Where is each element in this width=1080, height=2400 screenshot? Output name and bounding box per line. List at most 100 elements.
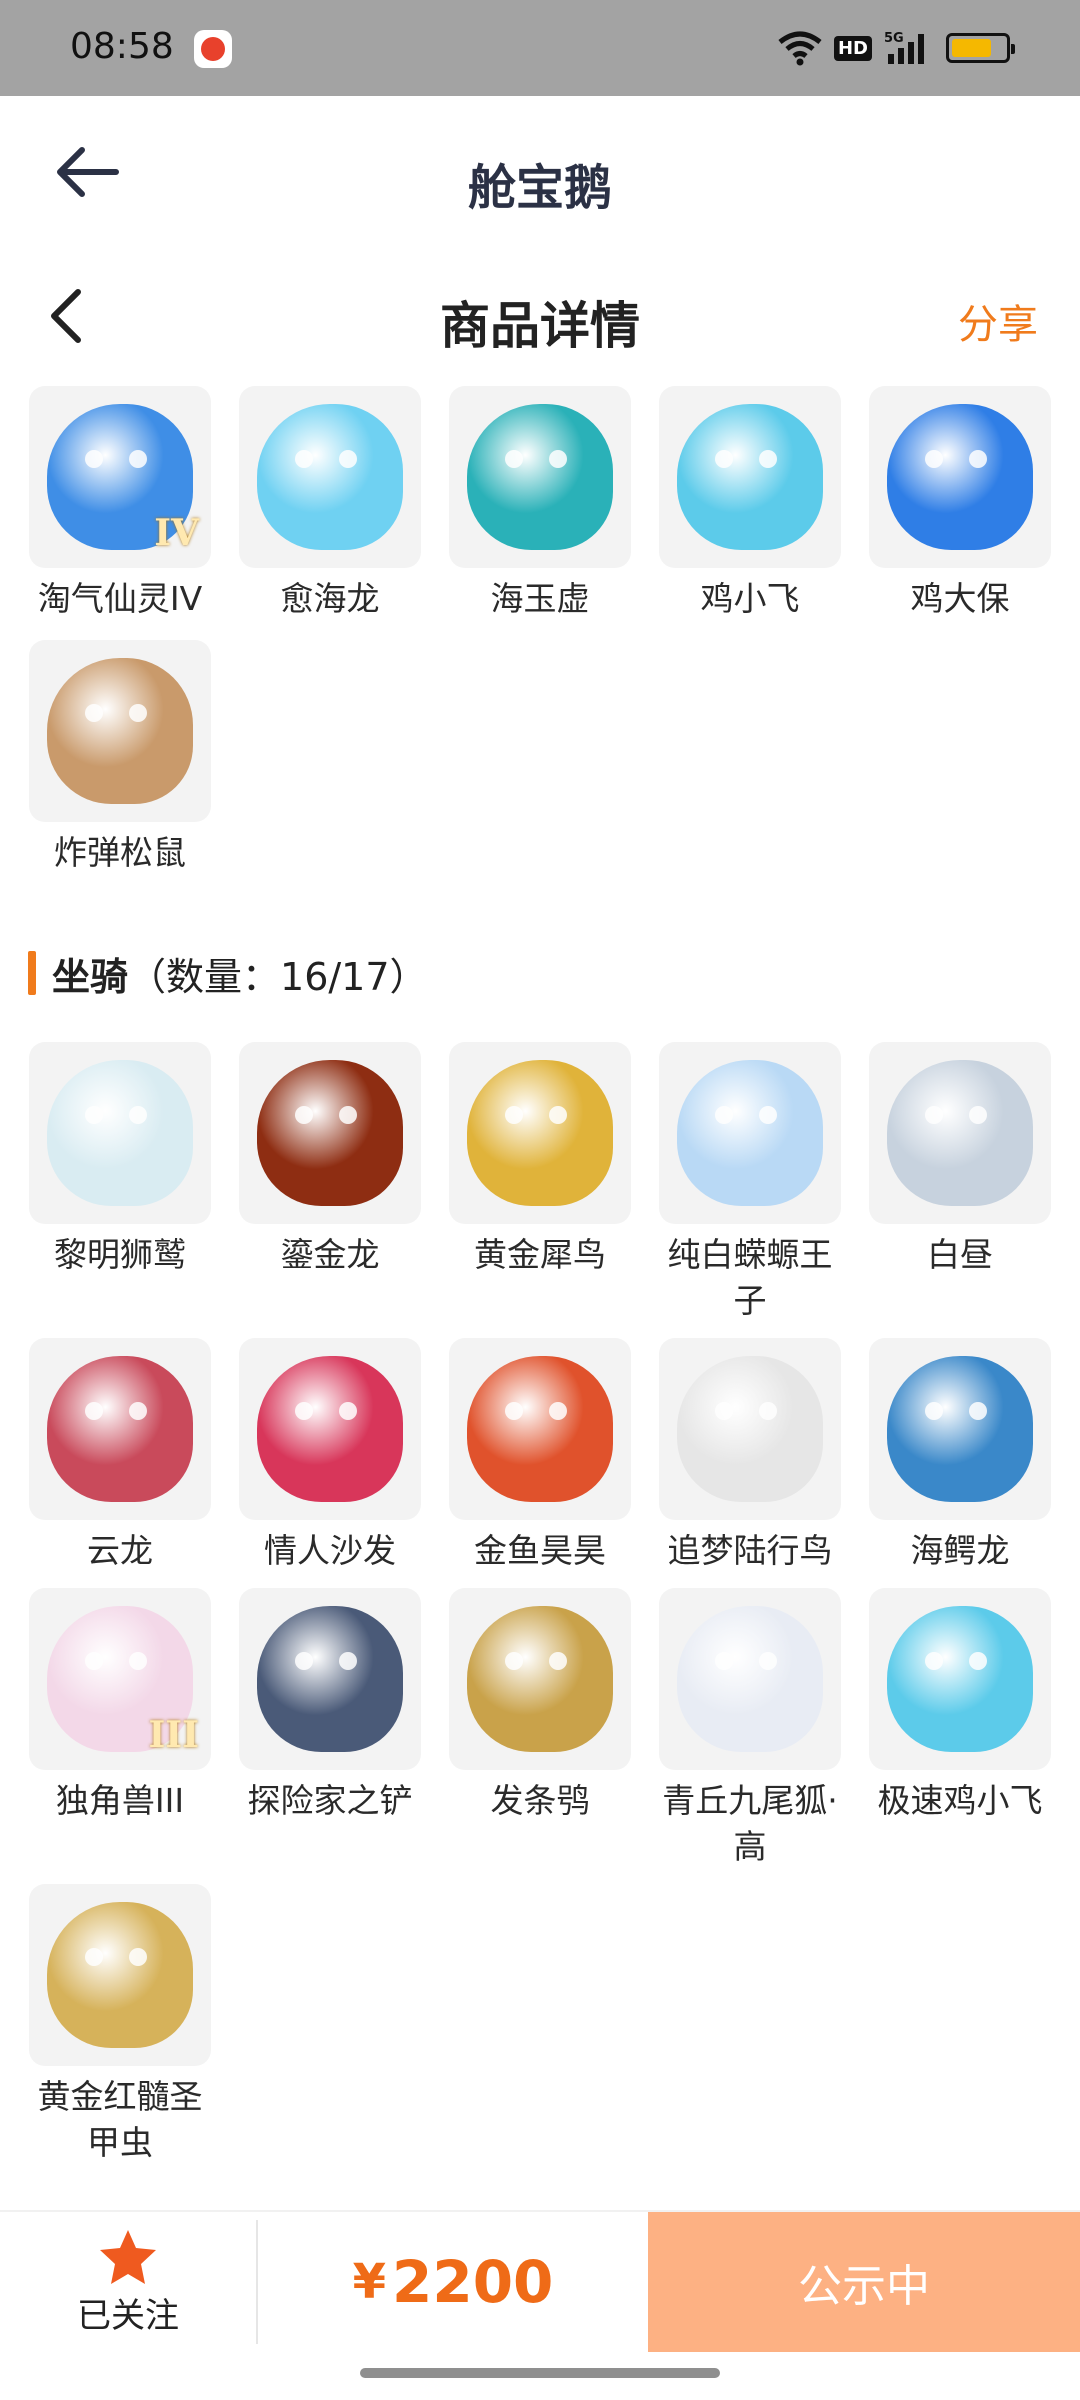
mount-name: 海鳄龙 bbox=[910, 1531, 1010, 1570]
mount-item[interactable]: 情人沙发 bbox=[239, 1338, 421, 1574]
mount-name: 黎明狮鹫 bbox=[54, 1235, 186, 1274]
mount-item[interactable]: 青丘九尾狐·高 bbox=[659, 1588, 841, 1870]
mount-item[interactable]: III 独角兽III bbox=[29, 1588, 211, 1870]
mount-image bbox=[677, 1060, 823, 1206]
mount-name: 白昼 bbox=[927, 1235, 993, 1274]
mount-thumbnail bbox=[29, 1884, 211, 2066]
mount-image bbox=[887, 1606, 1033, 1752]
mount-item[interactable]: 金鱼昊昊 bbox=[449, 1338, 631, 1574]
follow-button[interactable]: 已关注 bbox=[0, 2212, 256, 2352]
mount-image bbox=[887, 1356, 1033, 1502]
mount-thumbnail bbox=[869, 1588, 1051, 1770]
mount-item[interactable]: 黎明狮鹫 bbox=[29, 1042, 211, 1324]
pet-thumbnail bbox=[659, 386, 841, 568]
mount-item[interactable]: 发条鸮 bbox=[449, 1588, 631, 1870]
star-icon bbox=[100, 2229, 156, 2284]
mount-thumbnail bbox=[449, 1338, 631, 1520]
mount-thumbnail bbox=[29, 1042, 211, 1224]
mount-name: 黄金犀鸟 bbox=[474, 1235, 606, 1274]
pet-name: 鸡小飞 bbox=[700, 579, 800, 618]
mount-name: 发条鸮 bbox=[490, 1781, 590, 1820]
mount-image bbox=[257, 1060, 403, 1206]
pet-item[interactable]: IV 淘气仙灵IV bbox=[29, 386, 211, 622]
page-header: 商品详情 分享 bbox=[0, 256, 1080, 376]
bottom-action-bar: 已关注 ¥ 2200 公示中 bbox=[0, 2210, 1080, 2352]
mount-item[interactable]: 海鳄龙 bbox=[869, 1338, 1051, 1574]
mount-thumbnail bbox=[659, 1042, 841, 1224]
mount-name: 纯白蝾螈王子 bbox=[667, 1235, 833, 1320]
pet-name: 愈海龙 bbox=[280, 579, 380, 618]
mount-image bbox=[677, 1356, 823, 1502]
battery-icon bbox=[946, 33, 1015, 63]
wifi-icon bbox=[778, 31, 822, 66]
mount-item[interactable]: 黄金犀鸟 bbox=[449, 1042, 631, 1324]
section-accent-bar bbox=[28, 951, 36, 995]
status-action-button[interactable]: 公示中 bbox=[648, 2212, 1080, 2352]
pet-image bbox=[887, 404, 1033, 550]
mount-item[interactable]: 极速鸡小飞 bbox=[869, 1588, 1051, 1870]
page-title: 商品详情 bbox=[440, 297, 640, 355]
mount-thumbnail bbox=[659, 1588, 841, 1770]
status-bar: 08:58 HD 5G bbox=[0, 0, 1080, 96]
follow-label: 已关注 bbox=[77, 2295, 179, 2336]
mount-item[interactable]: 探险家之铲 bbox=[239, 1588, 421, 1870]
mount-image bbox=[677, 1606, 823, 1752]
pet-thumbnail: IV bbox=[29, 386, 211, 568]
signal-icon: 5G bbox=[884, 31, 924, 64]
pet-name: 炸弹松鼠 bbox=[54, 833, 186, 872]
pet-item[interactable]: 海玉虚 bbox=[449, 386, 631, 622]
mount-item[interactable]: 白昼 bbox=[869, 1042, 1051, 1324]
pet-name: 海玉虚 bbox=[490, 579, 590, 618]
pet-image bbox=[257, 404, 403, 550]
pet-item[interactable]: 炸弹松鼠 bbox=[29, 640, 211, 876]
mount-image bbox=[467, 1606, 613, 1752]
mounts-grid: 黎明狮鹫 鎏金龙 黄金犀鸟 纯白蝾螈王子 白昼云龙 情人沙发 金鱼昊昊 追梦陆行鸟 海鳄龙 III… bbox=[29, 1042, 1051, 2166]
mount-thumbnail bbox=[659, 1338, 841, 1520]
mount-image bbox=[47, 1060, 193, 1206]
pet-item[interactable]: 鸡大保 bbox=[869, 386, 1051, 622]
mount-image bbox=[257, 1356, 403, 1502]
level-badge: IV bbox=[154, 512, 199, 554]
pet-name: 淘气仙灵IV bbox=[37, 579, 203, 618]
mount-thumbnail bbox=[869, 1338, 1051, 1520]
mount-name: 追梦陆行鸟 bbox=[667, 1531, 833, 1570]
hd-badge: HD bbox=[833, 35, 872, 61]
pet-image bbox=[467, 404, 613, 550]
mount-item[interactable]: 纯白蝾螈王子 bbox=[659, 1042, 841, 1324]
mount-image bbox=[467, 1060, 613, 1206]
pet-thumbnail bbox=[29, 640, 211, 822]
mount-name: 金鱼昊昊 bbox=[474, 1531, 606, 1570]
mount-item[interactable]: 黄金红髓圣甲虫 bbox=[29, 1884, 211, 2166]
mount-item[interactable]: 鎏金龙 bbox=[239, 1042, 421, 1324]
mount-name: 极速鸡小飞 bbox=[877, 1781, 1043, 1820]
price-value: 2200 bbox=[391, 2248, 554, 2316]
mount-image bbox=[257, 1606, 403, 1752]
app-notification-icon bbox=[194, 30, 232, 68]
pet-thumbnail bbox=[869, 386, 1051, 568]
status-icons: HD 5G bbox=[778, 28, 1015, 68]
mount-name: 云龙 bbox=[87, 1531, 153, 1570]
mount-item[interactable]: 云龙 bbox=[29, 1338, 211, 1574]
mount-name: 鎏金龙 bbox=[280, 1235, 380, 1274]
mount-name: 情人沙发 bbox=[264, 1531, 396, 1570]
section-count: （数量：16/17） bbox=[128, 954, 428, 999]
mount-image bbox=[467, 1356, 613, 1502]
mount-thumbnail: III bbox=[29, 1588, 211, 1770]
pet-item[interactable]: 愈海龙 bbox=[239, 386, 421, 622]
network-label: 5G bbox=[884, 31, 904, 46]
mount-item[interactable]: 追梦陆行鸟 bbox=[659, 1338, 841, 1574]
mount-image bbox=[887, 1060, 1033, 1206]
share-button[interactable]: 分享 bbox=[958, 292, 1038, 350]
mount-name: 探险家之铲 bbox=[247, 1781, 413, 1820]
section-title: 坐骑 bbox=[52, 954, 129, 999]
mount-name: 黄金红髓圣甲虫 bbox=[37, 2077, 203, 2162]
mount-name: 青丘九尾狐·高 bbox=[662, 1781, 838, 1866]
pet-thumbnail bbox=[239, 386, 421, 568]
level-badge: III bbox=[148, 1714, 199, 1756]
mount-thumbnail bbox=[239, 1042, 421, 1224]
pet-image bbox=[677, 404, 823, 550]
pet-name: 鸡大保 bbox=[910, 579, 1010, 618]
pet-item[interactable]: 鸡小飞 bbox=[659, 386, 841, 622]
home-indicator[interactable] bbox=[360, 2368, 720, 2378]
mount-image bbox=[47, 1902, 193, 2048]
